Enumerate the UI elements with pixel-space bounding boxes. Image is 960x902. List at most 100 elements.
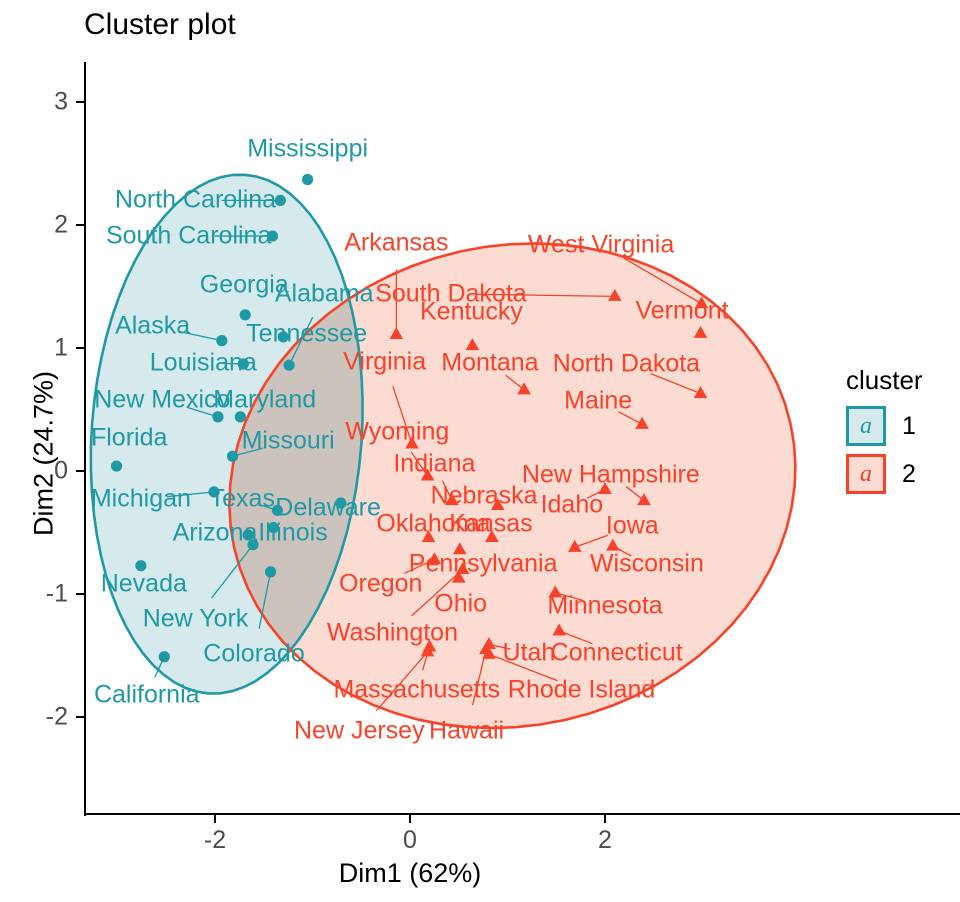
- state-label: Connecticut: [550, 638, 683, 667]
- state-label: California: [93, 680, 200, 709]
- state-label: Florida: [90, 423, 168, 452]
- state-label: North Dakota: [552, 349, 701, 378]
- state-label: Montana: [441, 348, 539, 377]
- y-tick-label: 2: [54, 210, 68, 239]
- state-label: Alaska: [115, 311, 191, 340]
- x-tick-mark: [604, 815, 607, 823]
- state-label: Nevada: [100, 569, 187, 598]
- state-label: Delaware: [275, 493, 381, 522]
- state-label: Ohio: [434, 589, 488, 618]
- state-label: New Mexico: [94, 385, 231, 414]
- state-label: Missouri: [241, 426, 335, 455]
- state-label: Iowa: [605, 511, 659, 540]
- legend-item[interactable]: a1: [846, 406, 956, 446]
- state-label: Maine: [564, 386, 633, 415]
- state-label: Michigan: [90, 484, 191, 513]
- x-tick-mark: [409, 815, 412, 823]
- state-label: West Virginia: [527, 230, 675, 259]
- data-point: [607, 288, 622, 301]
- label-leader-line: [258, 571, 272, 629]
- state-label: Nebraska: [430, 481, 538, 510]
- y-tick-label: 3: [54, 87, 68, 116]
- state-label: Illinois: [258, 518, 328, 546]
- data-point: [552, 623, 566, 636]
- label-leader-line: [505, 374, 525, 391]
- state-label: Massachusetts: [333, 675, 501, 704]
- data-point: [158, 651, 170, 663]
- y-tick-mark: [76, 593, 84, 596]
- state-label: Rhode Island: [507, 675, 656, 704]
- state-label: Virginia: [343, 347, 427, 376]
- data-point: [226, 450, 239, 462]
- x-tick-mark: [214, 815, 217, 823]
- data-point: [482, 646, 496, 659]
- label-leader-line: [154, 656, 165, 678]
- page-title: Cluster plot: [84, 8, 236, 41]
- state-label: Vermont: [635, 296, 729, 325]
- legend-items: a1a2: [846, 406, 956, 494]
- label-leader-line: [625, 486, 645, 502]
- legend-key-glyph: a: [846, 454, 886, 494]
- label-leader-line: [422, 646, 431, 671]
- state-label: Wyoming: [345, 417, 450, 446]
- legend-item[interactable]: a2: [846, 454, 956, 494]
- data-point: [605, 538, 620, 551]
- label-leader-line: [574, 534, 609, 548]
- state-label: Washington: [326, 618, 458, 647]
- data-point: [637, 493, 651, 506]
- x-axis-title: Dim1 (62%): [338, 858, 482, 888]
- state-label: Indiana: [393, 449, 476, 478]
- state-label: New Jersey: [294, 716, 425, 745]
- x-tick-label: -2: [203, 826, 227, 854]
- x-tick-label: 2: [598, 826, 612, 854]
- state-label: Arkansas: [344, 228, 449, 257]
- y-axis-line: [84, 62, 87, 816]
- legend-label: 2: [902, 459, 916, 488]
- state-label: Mississippi: [247, 134, 369, 163]
- y-tick-mark: [76, 716, 84, 719]
- state-label: New York: [142, 604, 249, 633]
- data-point: [693, 386, 708, 399]
- state-label: Pennsylvania: [408, 549, 558, 578]
- state-label: South Carolina: [105, 221, 272, 250]
- data-point: [567, 539, 582, 552]
- data-point: [693, 325, 708, 338]
- state-label: Idaho: [540, 490, 604, 519]
- data-point: [479, 641, 493, 654]
- y-tick-mark: [76, 347, 84, 350]
- x-tick-label: 0: [403, 826, 417, 854]
- legend: cluster a1a2: [846, 365, 956, 502]
- state-label: Minnesota: [547, 591, 663, 620]
- state-label: Texas: [209, 484, 275, 513]
- data-point: [239, 309, 251, 321]
- legend-label: 1: [902, 411, 916, 440]
- state-label: Louisiana: [149, 348, 257, 377]
- y-tick-mark: [76, 224, 84, 227]
- legend-title: cluster: [846, 365, 923, 395]
- state-label: Colorado: [203, 639, 305, 668]
- state-label: Maryland: [213, 385, 317, 414]
- y-axis-title: Dim2 (24.7%): [28, 370, 59, 537]
- data-point: [264, 566, 277, 578]
- data-point: [283, 359, 295, 371]
- state-label: New Hampshire: [521, 460, 700, 489]
- state-label: Kentucky: [420, 297, 523, 326]
- label-leader-line: [210, 544, 254, 599]
- data-point: [389, 327, 404, 340]
- data-point: [482, 637, 496, 650]
- legend-key-glyph: a: [846, 406, 886, 446]
- state-label: Wisconsin: [589, 549, 704, 578]
- state-label: Arizona: [172, 518, 258, 546]
- state-label: Hawaii: [429, 716, 505, 745]
- y-tick-mark: [76, 101, 84, 104]
- state-label: Oregon: [339, 569, 423, 598]
- data-point: [216, 335, 228, 347]
- state-label: Tennessee: [246, 319, 368, 348]
- data-point: [110, 460, 123, 472]
- data-point: [274, 194, 286, 206]
- data-point: [635, 416, 649, 429]
- data-point: [302, 173, 314, 186]
- data-point: [517, 382, 531, 395]
- cluster-plot-figure: Cluster plot 3 2 1 0 -1 -2 -2 0 2 Dim2 (24.7%) …: [0, 0, 960, 902]
- y-tick-mark: [76, 470, 84, 473]
